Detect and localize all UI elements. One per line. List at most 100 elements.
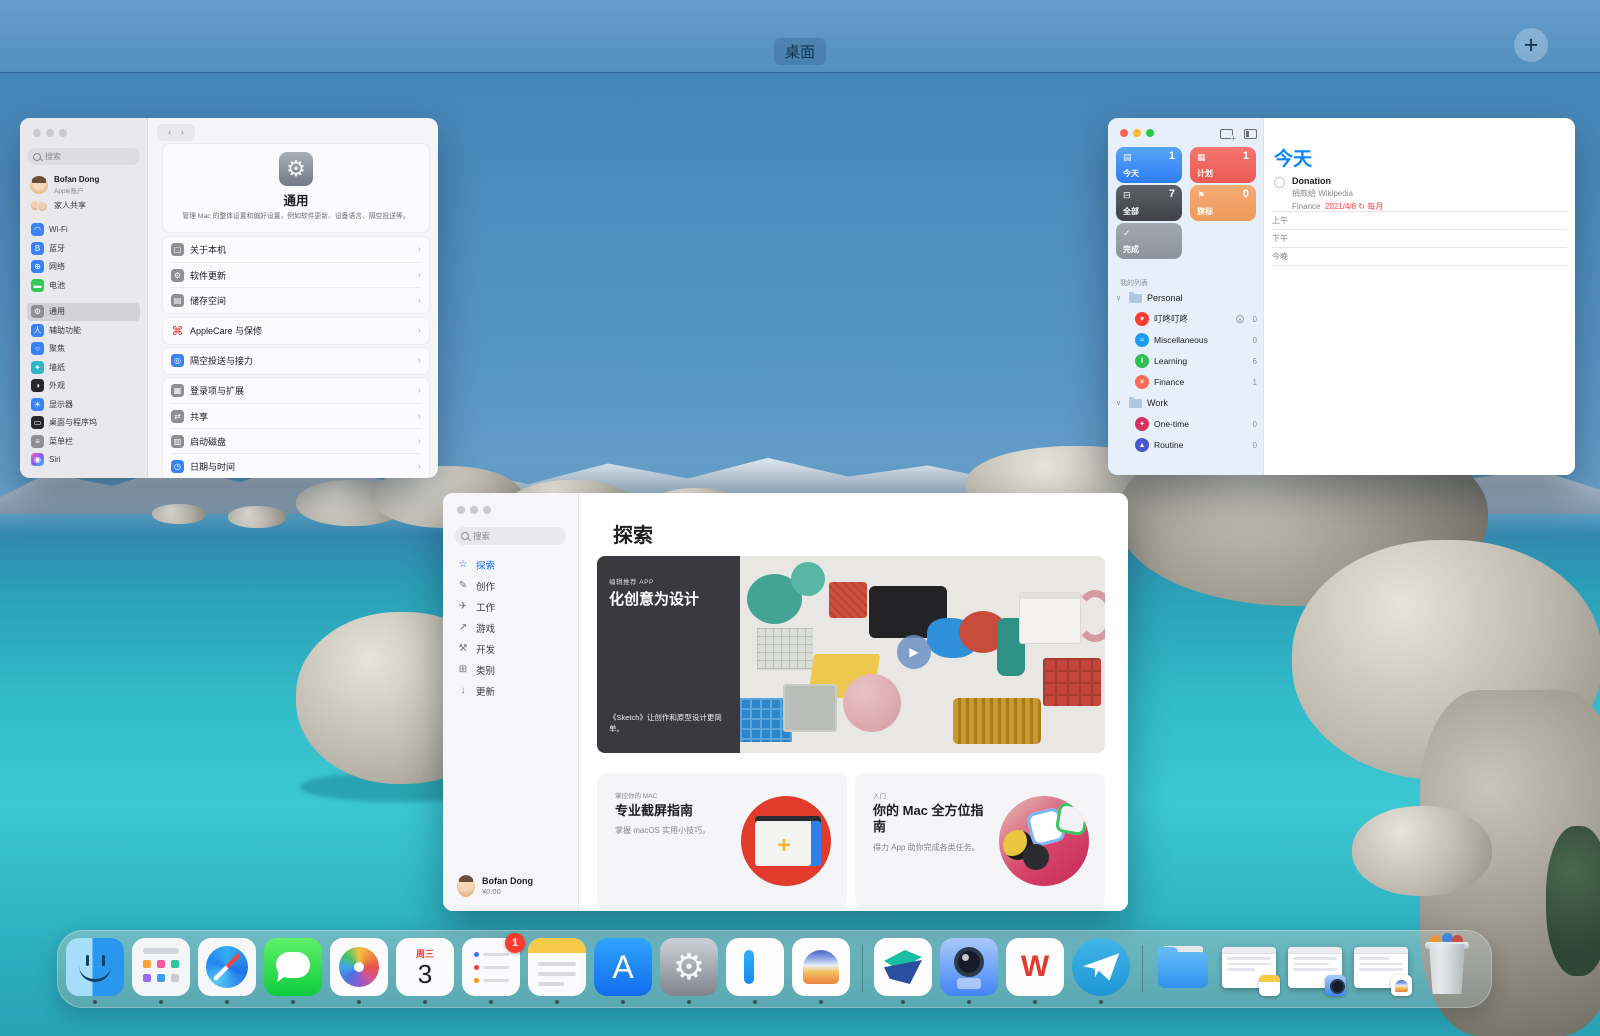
disclosure-icon[interactable]: ∨ — [1116, 399, 1124, 407]
appstore-nav-categories[interactable]: ⊞类别 — [451, 661, 570, 678]
settings-row-login-items[interactable]: ▦登录项与扩展› — [171, 378, 421, 403]
settings-account-row[interactable]: Bofan Dong Apple账户 — [27, 174, 140, 196]
settings-nav-appearance[interactable]: ◑外观 — [27, 377, 140, 396]
settings-row-software-update[interactable]: ⚙软件更新› — [171, 262, 421, 287]
settings-row-date-time[interactable]: ◷日期与时间› — [171, 453, 421, 478]
forward-icon[interactable]: › — [181, 127, 184, 138]
dock-finder[interactable] — [66, 938, 124, 996]
smart-list-completed[interactable]: ✓ 完成 — [1116, 223, 1182, 259]
appstore-nav-create[interactable]: ✎创作 — [451, 577, 570, 594]
system-settings-window[interactable]: 搜索 Bofan Dong Apple账户 家人共享 ◠Wi-Fi B蓝牙 ⊕网… — [20, 118, 438, 478]
dock-minimized-window[interactable] — [1220, 938, 1278, 996]
dock-wps-office[interactable]: W — [1006, 938, 1064, 996]
list-item[interactable]: ✦One-time0 — [1116, 414, 1257, 434]
toggle-sidebar-icon[interactable] — [1244, 129, 1257, 139]
window-controls[interactable] — [33, 129, 67, 137]
nav-label: 类别 — [476, 663, 495, 677]
dock-notes[interactable] — [528, 938, 586, 996]
illustration-shape — [953, 698, 1041, 744]
settings-row-sharing[interactable]: ⇄共享› — [171, 403, 421, 428]
dock-app-store[interactable]: A — [594, 938, 652, 996]
settings-row-startup-disk[interactable]: ▥启动磁盘› — [171, 428, 421, 453]
settings-nav-network[interactable]: ⊕网络 — [27, 258, 140, 277]
appstore-nav-games[interactable]: ↗游戏 — [451, 619, 570, 636]
dock-minimized-window[interactable] — [1352, 938, 1410, 996]
appstore-nav-work[interactable]: ✈工作 — [451, 598, 570, 615]
speech-bubble-icon — [276, 952, 310, 978]
settings-nav-displays[interactable]: ☀显示器 — [27, 395, 140, 414]
smart-list-flagged[interactable]: ⚑ 0 旗标 — [1190, 185, 1256, 221]
settings-row-about[interactable]: ▢关于本机› — [171, 237, 421, 262]
settings-nav-siri[interactable]: ◉Siri — [27, 451, 140, 470]
space-desktop[interactable]: 桌面 — [774, 38, 826, 65]
dock-launchpad[interactable] — [132, 938, 190, 996]
dock-system-settings[interactable]: ⚙ — [660, 938, 718, 996]
dock-bob-app[interactable] — [940, 938, 998, 996]
settings-nav-bluetooth[interactable]: B蓝牙 — [27, 239, 140, 258]
dock-messages[interactable] — [264, 938, 322, 996]
settings-nav-accessibility[interactable]: 人辅助功能 — [27, 321, 140, 340]
list-item[interactable]: ‖Learning6 — [1116, 351, 1257, 371]
settings-row-airdrop[interactable]: ◎隔空投送与接力› — [171, 348, 421, 373]
dock-craft-app[interactable] — [726, 938, 784, 996]
dock-sunrise-app[interactable] — [792, 938, 850, 996]
settings-nav-spotlight[interactable]: ○聚焦 — [27, 340, 140, 359]
blue-bar-icon — [744, 950, 754, 984]
dock-reminders[interactable]: 1 — [462, 938, 520, 996]
appstore-account[interactable]: Bofan Dong ¥0.00 — [457, 875, 533, 897]
list-group-work[interactable]: ∨ Work — [1116, 393, 1257, 413]
list-group-personal[interactable]: ∨ Personal — [1116, 288, 1257, 308]
dock-telegram[interactable] — [1072, 938, 1130, 996]
dock-calendar[interactable]: 周三 3 — [396, 938, 454, 996]
task-note: 捐款给 Wikipedia — [1292, 188, 1383, 199]
dock-safari[interactable] — [198, 938, 256, 996]
appstore-search-input[interactable]: 搜索 — [455, 527, 566, 545]
dock-trash[interactable] — [1418, 938, 1476, 996]
reminder-task-donation[interactable]: Donation 捐款给 Wikipedia Finance 2021/4/8 … — [1274, 176, 1383, 212]
add-space-button[interactable]: + — [1514, 28, 1548, 62]
play-button[interactable]: ▶ — [897, 635, 931, 669]
smart-list-today[interactable]: ▤ 1 今天 — [1116, 147, 1182, 183]
window-controls[interactable] — [1120, 129, 1154, 137]
settings-nav-general[interactable]: ⚙通用 — [27, 303, 140, 322]
list-item[interactable]: ≈Miscellaneous0 — [1116, 330, 1257, 350]
appstore-nav-develop[interactable]: ⚒开发 — [451, 640, 570, 657]
all-label: 全部 — [1123, 206, 1139, 217]
list-item[interactable]: ¥Finance1 — [1116, 372, 1257, 392]
settings-nav-battery[interactable]: ▬电池 — [27, 276, 140, 295]
dock-photos[interactable] — [330, 938, 388, 996]
settings-nav-desktop-dock[interactable]: ▭桌面与程序坞 — [27, 414, 140, 433]
appstore-nav-updates[interactable]: ↓更新 — [451, 682, 570, 699]
back-forward-controls[interactable]: ‹ › — [157, 124, 195, 141]
settings-row-storage[interactable]: ▤储存空间› — [171, 287, 421, 312]
task-checkbox[interactable] — [1274, 177, 1285, 188]
nav-label: 开发 — [476, 642, 495, 656]
window-controls[interactable] — [457, 506, 491, 514]
settings-row-applecare[interactable]: ⌘AppleCare 与保修› — [171, 318, 421, 343]
appstore-nav-discover[interactable]: ☆探索 — [451, 556, 570, 573]
settings-search-input[interactable]: 搜索 — [27, 148, 140, 165]
smart-list-all[interactable]: ⊟ 7 全部 — [1116, 185, 1182, 221]
settings-nav-wifi[interactable]: ◠Wi-Fi — [27, 221, 140, 240]
list-item[interactable]: ▲Routine0 — [1116, 435, 1257, 455]
search-placeholder: 搜索 — [45, 151, 61, 162]
my-lists-label: 我的列表 — [1120, 278, 1148, 288]
dock-bird-app[interactable] — [874, 938, 932, 996]
story-card-screenshots[interactable]: 掌控你的 MAC 专业截屏指南 掌握 macOS 实用小技巧。 + — [597, 773, 847, 909]
dock-minimized-window[interactable] — [1286, 938, 1344, 996]
settings-family-row[interactable]: 家人共享 — [27, 199, 140, 213]
settings-nav-wallpaper[interactable]: ✦墙纸 — [27, 358, 140, 377]
settings-nav-menubar[interactable]: ≡菜单栏 — [27, 432, 140, 451]
disclosure-icon[interactable]: ∨ — [1116, 294, 1124, 302]
story-card-mac-guide[interactable]: 入门 你的 Mac 全方位指南 得力 App 助你完成各类任务。 — [855, 773, 1105, 909]
dock-downloads-folder[interactable] — [1154, 938, 1212, 996]
reminders-window[interactable]: ▤ 1 今天 ▦ 1 计划 ⊟ 7 全部 ⚑ 0 旗标 ✓ 完成 — [1108, 118, 1575, 475]
account-name: Bofan Dong — [482, 876, 533, 886]
app-store-window[interactable]: 搜索 ☆探索 ✎创作 ✈工作 ↗游戏 ⚒开发 ⊞类别 ↓更新 Bofan Don… — [443, 493, 1128, 911]
back-icon[interactable]: ‹ — [168, 127, 171, 138]
nav-label: 辅助功能 — [49, 325, 81, 336]
smart-list-scheduled[interactable]: ▦ 1 计划 — [1190, 147, 1256, 183]
add-list-icon[interactable] — [1220, 129, 1233, 139]
featured-story-card[interactable]: ▶ 编辑推荐 APP 化创意为设计 《Sketch》让创作和原型设计更简单。 — [597, 556, 1105, 753]
list-item[interactable]: ♥叮咚叮咚0 — [1116, 309, 1257, 329]
